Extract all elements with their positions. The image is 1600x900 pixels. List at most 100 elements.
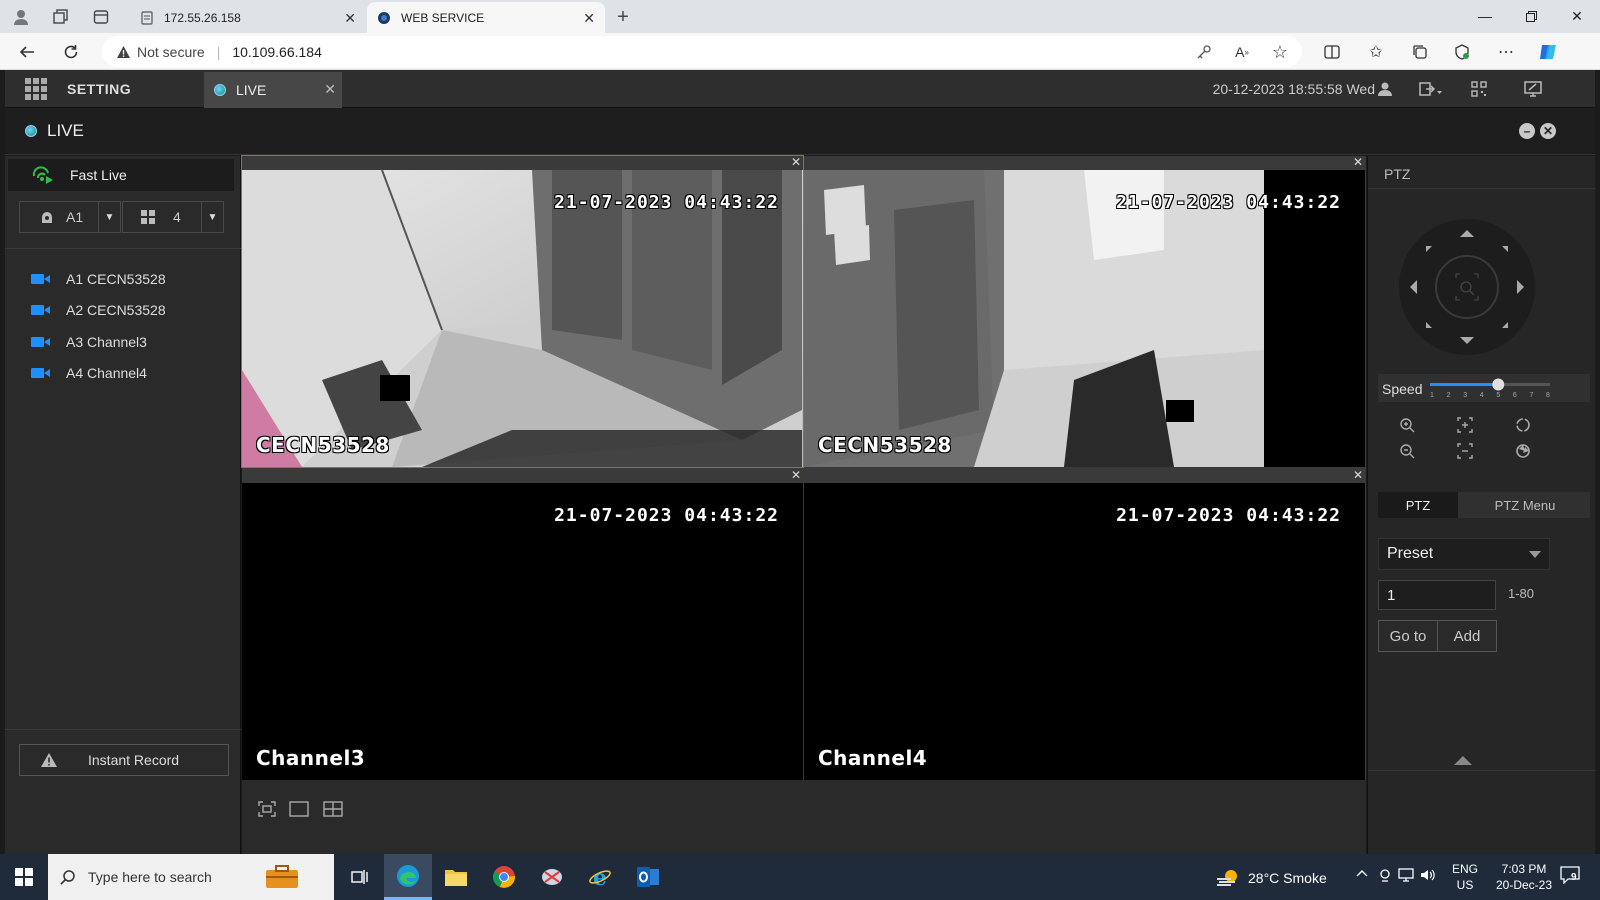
refresh-icon[interactable] — [58, 39, 84, 65]
taskbar-search[interactable]: Type here to search — [48, 854, 334, 900]
close-video-icon[interactable]: ✕ — [791, 468, 801, 482]
profile-icon[interactable] — [8, 4, 34, 30]
speed-slider[interactable]: 1 2 3 4 5 6 7 8 — [1428, 378, 1552, 400]
tab-title: 172.55.26.158 — [164, 10, 241, 25]
single-layout-icon[interactable] — [288, 800, 310, 818]
iris-open-icon[interactable] — [1510, 414, 1536, 436]
speed-label: Speed — [1382, 381, 1423, 397]
speed-slider-knob[interactable] — [1492, 378, 1505, 391]
video-window-2[interactable]: ✕ 21-07-2023 04:43:22 CECN53528 — [804, 155, 1365, 467]
windows-start-icon[interactable] — [0, 854, 48, 900]
zoom-in-icon[interactable] — [1394, 414, 1420, 436]
browser-tab-2[interactable]: WEB SERVICE ✕ — [367, 2, 605, 33]
tab-ptz[interactable]: PTZ — [1378, 492, 1458, 518]
close-window-icon[interactable]: ✕ — [1554, 4, 1600, 28]
close-live-tab-icon[interactable]: ✕ — [324, 81, 336, 98]
back-icon[interactable] — [14, 39, 40, 65]
favorite-star-icon[interactable]: ☆ — [1268, 40, 1292, 64]
new-tab-icon[interactable]: + — [610, 4, 636, 30]
instant-record-button[interactable]: Instant Record — [19, 744, 229, 776]
copilot-icon[interactable] — [1536, 40, 1560, 64]
setting-menu[interactable]: SETTING — [5, 70, 203, 108]
taskbar-clock[interactable]: 7:03 PM 20-Dec-23 — [1484, 861, 1564, 893]
video-window-3[interactable]: ✕ 21-07-2023 04:43:22 Channel3 — [242, 468, 803, 780]
tab-ptz-menu[interactable]: PTZ Menu — [1460, 492, 1590, 518]
restore-icon[interactable] — [1508, 4, 1554, 28]
network-icon[interactable] — [1398, 868, 1414, 882]
qr-code-icon[interactable] — [1465, 76, 1493, 102]
video-feed[interactable]: 21-07-2023 04:43:22 Channel4 — [804, 483, 1365, 780]
video-feed[interactable]: 21-07-2023 04:43:22 CECN53528 — [242, 170, 803, 467]
tab-live[interactable]: LIVE ✕ — [204, 72, 342, 108]
channel-item[interactable]: A2 CECN53528 — [31, 298, 166, 322]
chrome-icon[interactable] — [480, 854, 528, 900]
user-icon[interactable] — [1371, 76, 1399, 102]
search-icon — [60, 869, 76, 885]
notification-center-icon[interactable]: 9 — [1560, 866, 1584, 888]
fast-live-button[interactable]: Fast Live — [8, 159, 234, 191]
workspaces-icon[interactable] — [48, 4, 74, 30]
quad-layout-icon[interactable] — [322, 800, 344, 818]
video-window-4[interactable]: ✕ 21-07-2023 04:43:22 Channel4 — [804, 468, 1365, 780]
close-tab-icon[interactable]: ✕ — [583, 10, 595, 27]
channel-dropdown[interactable]: A1 ▼ — [19, 201, 121, 233]
outlook-icon[interactable] — [624, 854, 672, 900]
ptz-direction-pad[interactable] — [1398, 218, 1536, 356]
volume-icon[interactable] — [1420, 868, 1436, 882]
focus-near-icon[interactable] — [1452, 414, 1478, 436]
key-icon[interactable] — [1192, 40, 1216, 64]
header-datetime: 20-12-2023 18:55:58 Wed — [1212, 81, 1375, 97]
preset-select[interactable]: Preset — [1378, 538, 1550, 570]
minimize-panel-icon[interactable]: – — [1519, 123, 1535, 139]
read-aloud-icon[interactable]: A» — [1230, 40, 1254, 64]
close-panel-icon[interactable]: ✕ — [1540, 123, 1556, 139]
layout-dropdown[interactable]: 4 ▼ — [122, 201, 224, 233]
weather-widget[interactable]: 28°C Smoke — [1216, 868, 1327, 888]
fit-screen-icon[interactable] — [256, 800, 278, 818]
browser-tab-1[interactable]: 172.55.26.158 ✕ — [130, 2, 366, 33]
close-tab-icon[interactable]: ✕ — [344, 10, 356, 27]
video-feed[interactable]: 21-07-2023 04:43:22 CECN53528 — [804, 170, 1365, 467]
edge-browser-icon[interactable] — [384, 854, 432, 900]
collapse-up-icon[interactable] — [1454, 756, 1472, 765]
iris-close-icon[interactable] — [1510, 440, 1536, 462]
add-preset-button[interactable]: Add — [1437, 620, 1497, 652]
channel-item[interactable]: A3 Channel3 — [31, 330, 147, 354]
internet-explorer-icon[interactable]: e — [576, 854, 624, 900]
language-region: US — [1456, 878, 1474, 892]
tab-actions-icon[interactable] — [88, 4, 114, 30]
video-timestamp: 21-07-2023 04:43:22 — [1116, 505, 1341, 526]
favorites-icon[interactable]: ✩ — [1364, 40, 1388, 64]
more-icon[interactable]: ⋯ — [1494, 40, 1518, 64]
focus-far-icon[interactable] — [1452, 440, 1478, 462]
goto-preset-button[interactable]: Go to — [1378, 620, 1438, 652]
task-view-icon[interactable] — [336, 854, 384, 900]
language-indicator[interactable]: ENG US — [1452, 861, 1478, 893]
minimize-icon[interactable]: — — [1462, 4, 1508, 28]
collections-icon[interactable] — [1408, 40, 1432, 64]
close-video-icon[interactable]: ✕ — [1353, 468, 1363, 482]
file-explorer-icon[interactable] — [432, 854, 480, 900]
video-window-1[interactable]: ✕ 21-07-2023 04:43:22 CECN53528 — [241, 155, 804, 468]
close-video-icon[interactable]: ✕ — [1353, 155, 1363, 169]
security-label[interactable]: Not secure — [137, 44, 205, 60]
browser-essentials-icon[interactable] — [1450, 40, 1474, 64]
snipping-tool-icon[interactable] — [528, 854, 576, 900]
webcam-tray-icon[interactable] — [1378, 868, 1392, 882]
logout-icon[interactable] — [1417, 76, 1445, 102]
url-text[interactable]: 10.109.66.184 — [232, 44, 322, 60]
url-field[interactable]: Not secure | 10.109.66.184 — [102, 36, 1302, 67]
split-screen-icon[interactable] — [1320, 40, 1344, 64]
close-video-icon[interactable]: ✕ — [791, 155, 801, 169]
channel-item[interactable]: A1 CECN53528 — [31, 267, 166, 291]
preset-number-input[interactable] — [1378, 580, 1496, 610]
camera-frame-image — [804, 170, 1365, 467]
tray-chevron-up-icon[interactable] — [1356, 868, 1368, 880]
channel-item[interactable]: A4 Channel4 — [31, 361, 147, 385]
video-channel-name: CECN53528 — [256, 433, 390, 457]
fullscreen-monitor-icon[interactable] — [1519, 76, 1547, 102]
zoom-out-icon[interactable] — [1394, 440, 1420, 462]
svg-text:e: e — [593, 865, 607, 889]
preset-range-label: 1-80 — [1508, 586, 1535, 601]
video-feed[interactable]: 21-07-2023 04:43:22 Channel3 — [242, 483, 803, 780]
